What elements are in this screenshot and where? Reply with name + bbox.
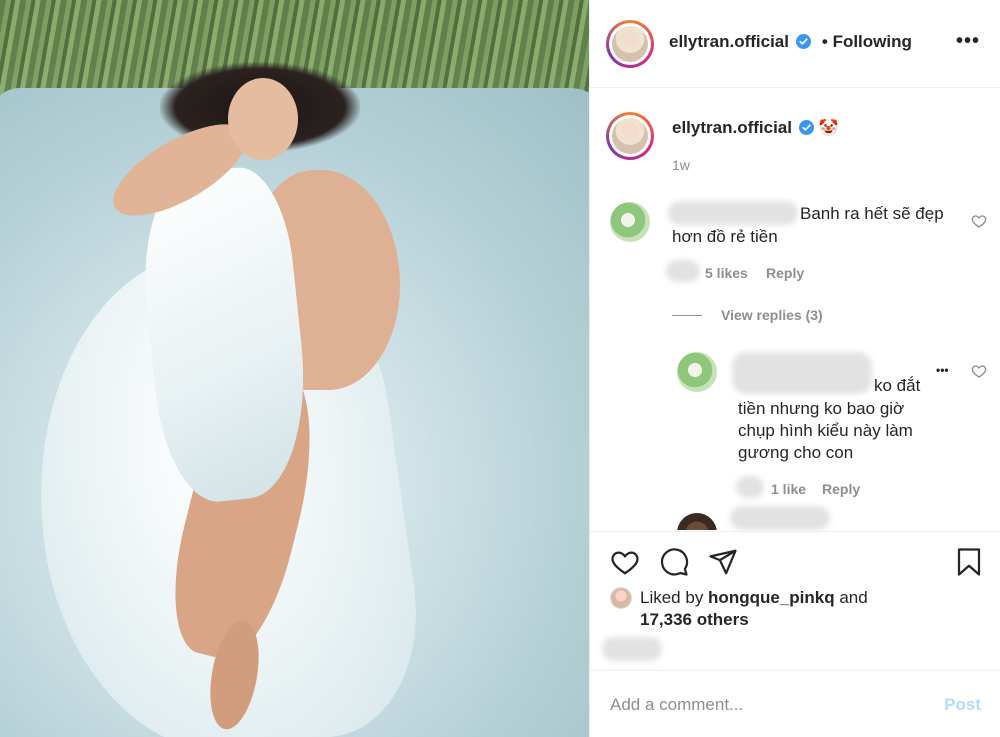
author-username[interactable]: ellytran.official bbox=[669, 32, 789, 51]
post-photo[interactable] bbox=[0, 0, 589, 737]
comment-composer: Post bbox=[590, 670, 1000, 737]
blurred-timestamp bbox=[666, 260, 700, 282]
blurred-username bbox=[668, 201, 798, 225]
more-options-icon[interactable]: ••• bbox=[956, 30, 980, 53]
post-comment-button[interactable]: Post bbox=[944, 695, 981, 715]
liked-by-others-count[interactable]: 17,336 others bbox=[640, 610, 749, 629]
comment-text-line2: hơn đồ rẻ tiền bbox=[672, 227, 778, 246]
next-reply-avatar[interactable] bbox=[677, 513, 717, 530]
blurred-reply-timestamp bbox=[736, 476, 764, 498]
reply-like-count[interactable]: 1 like bbox=[771, 481, 806, 497]
like-comment-heart-icon[interactable] bbox=[971, 213, 987, 229]
reply-text-line2: tiền nhưng ko bao giờ bbox=[738, 399, 905, 418]
post-header: ellytran.official • Following ••• bbox=[590, 0, 1000, 88]
post-side-panel: ellytran.official • Following ••• ellytr… bbox=[589, 0, 1000, 737]
liked-by-prefix: Liked by bbox=[640, 588, 709, 607]
reply-text-line4: gương cho con bbox=[738, 443, 854, 462]
liker-avatar[interactable] bbox=[610, 587, 632, 609]
blurred-reply-username bbox=[732, 352, 872, 394]
liked-by-and: and bbox=[834, 588, 868, 607]
comment-like-count[interactable]: 5 likes bbox=[705, 265, 748, 281]
following-status-button[interactable]: • Following bbox=[822, 32, 912, 51]
verified-badge-icon bbox=[796, 34, 812, 49]
reply-commenter-avatar[interactable] bbox=[677, 352, 717, 392]
verified-badge-icon bbox=[799, 120, 815, 135]
share-paper-plane-icon[interactable] bbox=[708, 547, 738, 577]
commenter-avatar[interactable] bbox=[610, 202, 650, 242]
reply-text-line1: ko đắt bbox=[874, 376, 921, 395]
comment-text-line1: Banh ra hết sẽ đẹp bbox=[800, 204, 944, 223]
add-comment-input[interactable] bbox=[610, 691, 910, 719]
photo-figure-head bbox=[228, 78, 298, 160]
blurred-post-date bbox=[602, 637, 662, 661]
liked-by-username[interactable]: hongque_pinkq bbox=[708, 588, 835, 607]
caption-username[interactable]: ellytran.official bbox=[672, 118, 792, 137]
blurred-next-reply bbox=[730, 506, 830, 530]
caption-author-avatar[interactable] bbox=[606, 112, 654, 160]
reply-reply-button[interactable]: Reply bbox=[822, 481, 860, 497]
comment-bubble-icon[interactable] bbox=[659, 547, 689, 577]
author-avatar[interactable] bbox=[606, 20, 654, 68]
liked-by-summary: Liked by hongque_pinkq and 17,336 others bbox=[640, 587, 868, 631]
like-heart-icon[interactable] bbox=[610, 547, 640, 577]
save-bookmark-icon[interactable] bbox=[954, 547, 984, 577]
reply-more-options-icon[interactable]: ••• bbox=[936, 363, 949, 377]
reply-text-line3: chụp hình kiểu này làm bbox=[738, 421, 913, 440]
view-replies-button[interactable]: View replies (3) bbox=[721, 307, 823, 323]
caption-text: 🤡 bbox=[818, 120, 839, 137]
comment-reply-button[interactable]: Reply bbox=[766, 265, 804, 281]
like-reply-heart-icon[interactable] bbox=[971, 363, 987, 379]
post-timestamp[interactable]: 1w bbox=[672, 157, 690, 173]
replies-divider bbox=[672, 315, 702, 316]
